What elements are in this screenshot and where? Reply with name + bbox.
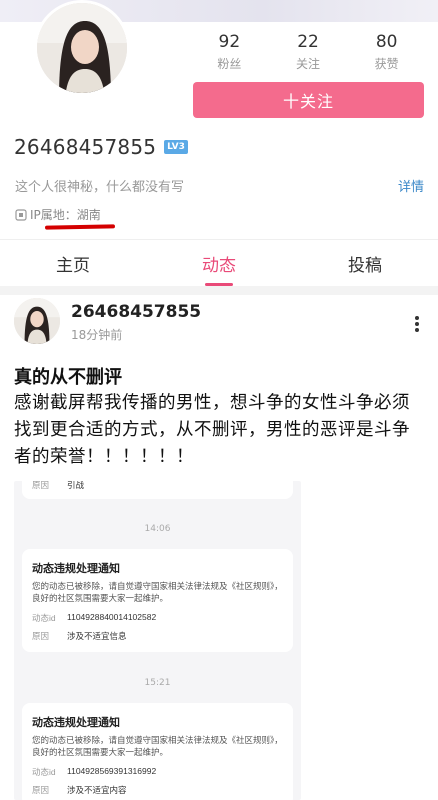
notice-title: 动态违规处理通知 bbox=[32, 717, 120, 729]
notice-time: 15:21 bbox=[144, 678, 171, 688]
ip-location: IP属地：湖南 bbox=[15, 206, 101, 223]
ip-icon bbox=[15, 208, 27, 221]
tab-home[interactable]: 主页 bbox=[0, 240, 146, 286]
notice-reason-key: 原因 bbox=[32, 631, 50, 641]
notice-id-value: 1104928569391316992 bbox=[67, 766, 157, 776]
notice-title: 动态违规处理通知 bbox=[32, 563, 120, 575]
post-body: 感谢截屏帮我传播的男性，想斗争的女性斗争必须找到更合适的方式，从不删评，男性的恶… bbox=[14, 393, 410, 467]
red-annotation-underline bbox=[44, 224, 116, 230]
notice-time: 14:06 bbox=[144, 524, 171, 534]
notice-reason-key: 原因 bbox=[32, 785, 50, 795]
notice-reason-value: 涉及不适宜内容 bbox=[67, 785, 127, 795]
notice-reason-value: 涉及不适宜信息 bbox=[67, 631, 127, 641]
stat-fans-value: 92 bbox=[218, 32, 241, 52]
notice-reason-row: 原因 引战 bbox=[32, 481, 283, 491]
notice-reason-row: 原因 涉及不适宜内容 bbox=[32, 784, 283, 796]
notice-reason-key: 原因 bbox=[32, 481, 50, 490]
notice-card: 动态违规处理通知 您的动态已被移除，请自觉遵守国家相关法律法规及《社区规则》，良… bbox=[22, 549, 293, 652]
stat-following[interactable]: 22 关注 bbox=[269, 32, 348, 74]
stat-fans[interactable]: 92 粉丝 bbox=[190, 32, 269, 74]
tab-submissions[interactable]: 投稿 bbox=[292, 240, 438, 286]
post-avatar[interactable] bbox=[14, 298, 60, 344]
profile-stats: 92 粉丝 22 关注 80 获赞 bbox=[190, 32, 426, 74]
notice-reason-row: 原因 涉及不适宜信息 bbox=[32, 630, 283, 642]
profile-avatar[interactable] bbox=[34, 0, 130, 96]
profile-bio: 这个人很神秘，什么都没有写 bbox=[15, 180, 185, 195]
notice-card: 动态违规处理通知 您的动态已被移除，请自觉遵守国家相关法律法规及《社区规则》，良… bbox=[22, 703, 293, 800]
stat-likes-value: 80 bbox=[375, 32, 398, 52]
post-title: 真的从不删评 bbox=[14, 367, 122, 388]
avatar-photo-icon bbox=[14, 298, 60, 344]
post-image[interactable]: 原因 引战 14:06 动态违规处理通知 您的动态已被移除，请自觉遵守国家相关法… bbox=[14, 481, 301, 800]
notice-id-row: 动态id 1104928569391316992 bbox=[32, 766, 283, 778]
uid-row: 26468457855 LV3 bbox=[14, 135, 188, 159]
stat-following-label: 关注 bbox=[296, 57, 321, 71]
notice-id-row: 动态id 1104928840014102582 bbox=[32, 612, 283, 624]
post-timestamp: 18分钟前 bbox=[71, 328, 123, 342]
section-gap bbox=[0, 286, 438, 295]
post-username[interactable]: 26468457855 bbox=[71, 302, 201, 322]
notice-id-key: 动态id bbox=[32, 613, 56, 623]
notice-id-value: 1104928840014102582 bbox=[67, 612, 157, 622]
details-link[interactable]: 详情 bbox=[398, 176, 424, 195]
avatar-photo-icon bbox=[37, 3, 127, 93]
stat-likes-label: 获赞 bbox=[374, 57, 399, 71]
tab-dynamics[interactable]: 动态 bbox=[146, 240, 292, 286]
notice-reason-value: 引战 bbox=[67, 481, 85, 490]
stat-following-value: 22 bbox=[297, 32, 319, 52]
follow-button[interactable]: 十关注 bbox=[193, 82, 424, 118]
notice-desc: 您的动态已被移除，请自觉遵守国家相关法律法规及《社区规则》，良好的社区氛围需要大… bbox=[32, 735, 283, 757]
profile-uid: 26468457855 bbox=[14, 135, 157, 159]
notice-desc: 您的动态已被移除，请自觉遵守国家相关法律法规及《社区规则》，良好的社区氛围需要大… bbox=[32, 581, 283, 603]
notice-id-key: 动态id bbox=[32, 767, 56, 777]
profile-tabs: 主页 动态 投稿 bbox=[0, 240, 438, 286]
notice-card-partial: 原因 引战 bbox=[22, 481, 293, 499]
ip-location-text: IP属地：湖南 bbox=[30, 208, 101, 222]
more-options-icon[interactable] bbox=[414, 316, 420, 336]
level-badge: LV3 bbox=[164, 140, 188, 154]
stat-fans-label: 粉丝 bbox=[217, 57, 242, 71]
stat-likes[interactable]: 80 获赞 bbox=[347, 32, 426, 74]
